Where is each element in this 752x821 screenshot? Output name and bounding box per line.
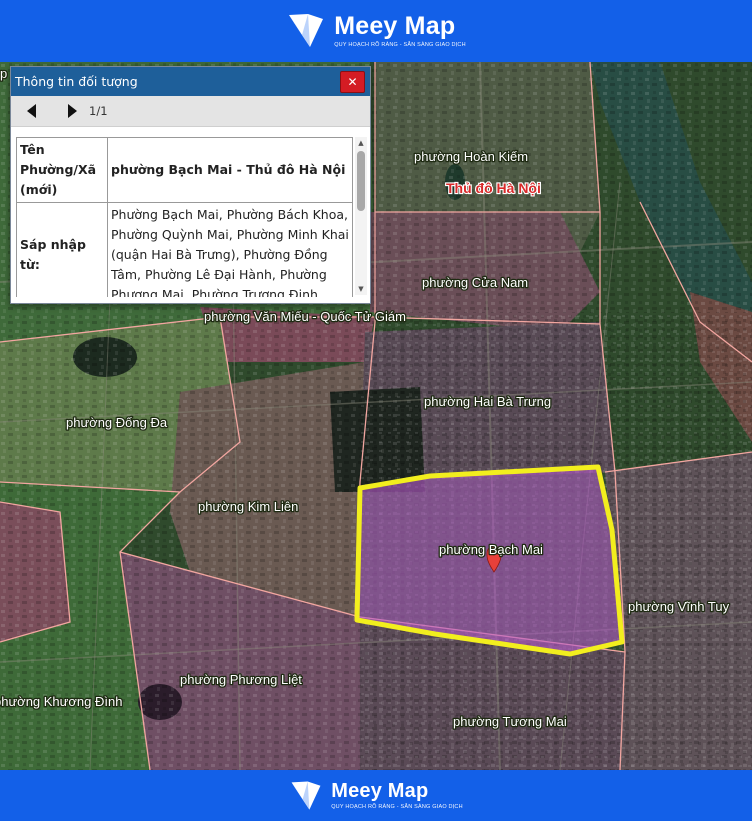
table-row: Tên Phường/Xã (mới) phường Bạch Mai - Th… [16, 137, 353, 203]
meey-logo-icon [289, 14, 324, 47]
ward-label-khuong-dinh: phường Khương Đình [0, 694, 122, 709]
ward-label-bach-mai: phường Bạch Mai [439, 542, 543, 557]
prev-arrow-icon [27, 104, 36, 118]
ward-label-hoan-kiem: phường Hoàn Kiếm [414, 149, 528, 164]
scroll-down-icon[interactable]: ▼ [355, 283, 367, 295]
top-banner: Meey Map QUY HOẠCH RÕ RÀNG - SẴN SÀNG GI… [0, 0, 752, 62]
prev-button[interactable] [25, 101, 39, 121]
next-arrow-icon [68, 104, 77, 118]
info-table: Tên Phường/Xã (mới) phường Bạch Mai - Th… [16, 137, 353, 297]
row-key: Sáp nhập từ: [16, 202, 108, 297]
brand-logo-footer[interactable]: Meey Map QUY HOẠCH RÕ RÀNG - SẴN SÀNG GI… [289, 779, 463, 813]
ward-label-phuong-liet: phường Phương Liệt [180, 672, 302, 687]
row-value: phường Bạch Mai - Thủ đô Hà Nội [107, 137, 353, 203]
brand-tagline: QUY HOẠCH RÕ RÀNG - SẴN SÀNG GIAO DỊCH [334, 41, 466, 48]
row-key: Tên Phường/Xã (mới) [16, 137, 108, 203]
close-button[interactable]: ✕ [340, 70, 365, 93]
next-button[interactable] [65, 101, 79, 121]
table-row: Sáp nhập từ: Phường Bạch Mai, Phường Bác… [16, 202, 353, 297]
pager: 1/1 [11, 96, 370, 127]
ward-label-hai-ba-trung: phường Hai Bà Trưng [424, 394, 551, 409]
ward-label-van-mieu: phường Văn Miếu - Quốc Tử Giám [204, 309, 406, 324]
ward-label-tuong-mai: phường Tương Mai [453, 714, 567, 729]
bottom-banner: Meey Map QUY HOẠCH RÕ RÀNG - SẴN SÀNG GI… [0, 770, 752, 821]
panel-header[interactable]: Thông tin đối tượng ✕ [11, 67, 370, 96]
ward-label-vinh-tuy: phường Vĩnh Tuy [628, 599, 730, 614]
scroll-thumb[interactable] [357, 151, 365, 211]
ward-label-kim-lien: phường Kim Liên [198, 499, 298, 514]
scroll-up-icon[interactable]: ▲ [355, 137, 367, 149]
ward-label-cut: p [0, 66, 7, 81]
ward-label-cua-nam: phường Cửa Nam [422, 275, 528, 290]
panel-title: Thông tin đối tượng [15, 74, 138, 89]
brand-name: Meey Map [334, 11, 456, 40]
brand-logo[interactable]: Meey Map QUY HOẠCH RÕ RÀNG - SẴN SÀNG GI… [286, 11, 466, 51]
city-label: Thủ đô Hà Nội [446, 180, 541, 196]
meey-logo-icon [291, 781, 321, 810]
info-table-scroll[interactable]: Tên Phường/Xã (mới) phường Bạch Mai - Th… [16, 137, 353, 297]
object-info-panel: Thông tin đối tượng ✕ 1/1 Tên Phường/Xã … [10, 66, 371, 304]
row-value: Phường Bạch Mai, Phường Bách Khoa, Phườn… [107, 202, 353, 297]
pager-count: 1/1 [89, 104, 108, 118]
brand-name: Meey Map [331, 779, 429, 802]
brand-tagline: QUY HOẠCH RÕ RÀNG - SẴN SÀNG GIAO DỊCH [331, 803, 463, 810]
scrollbar[interactable]: ▲ ▼ [355, 137, 367, 295]
ward-label-dong-da: phường Đống Đa [66, 415, 168, 430]
